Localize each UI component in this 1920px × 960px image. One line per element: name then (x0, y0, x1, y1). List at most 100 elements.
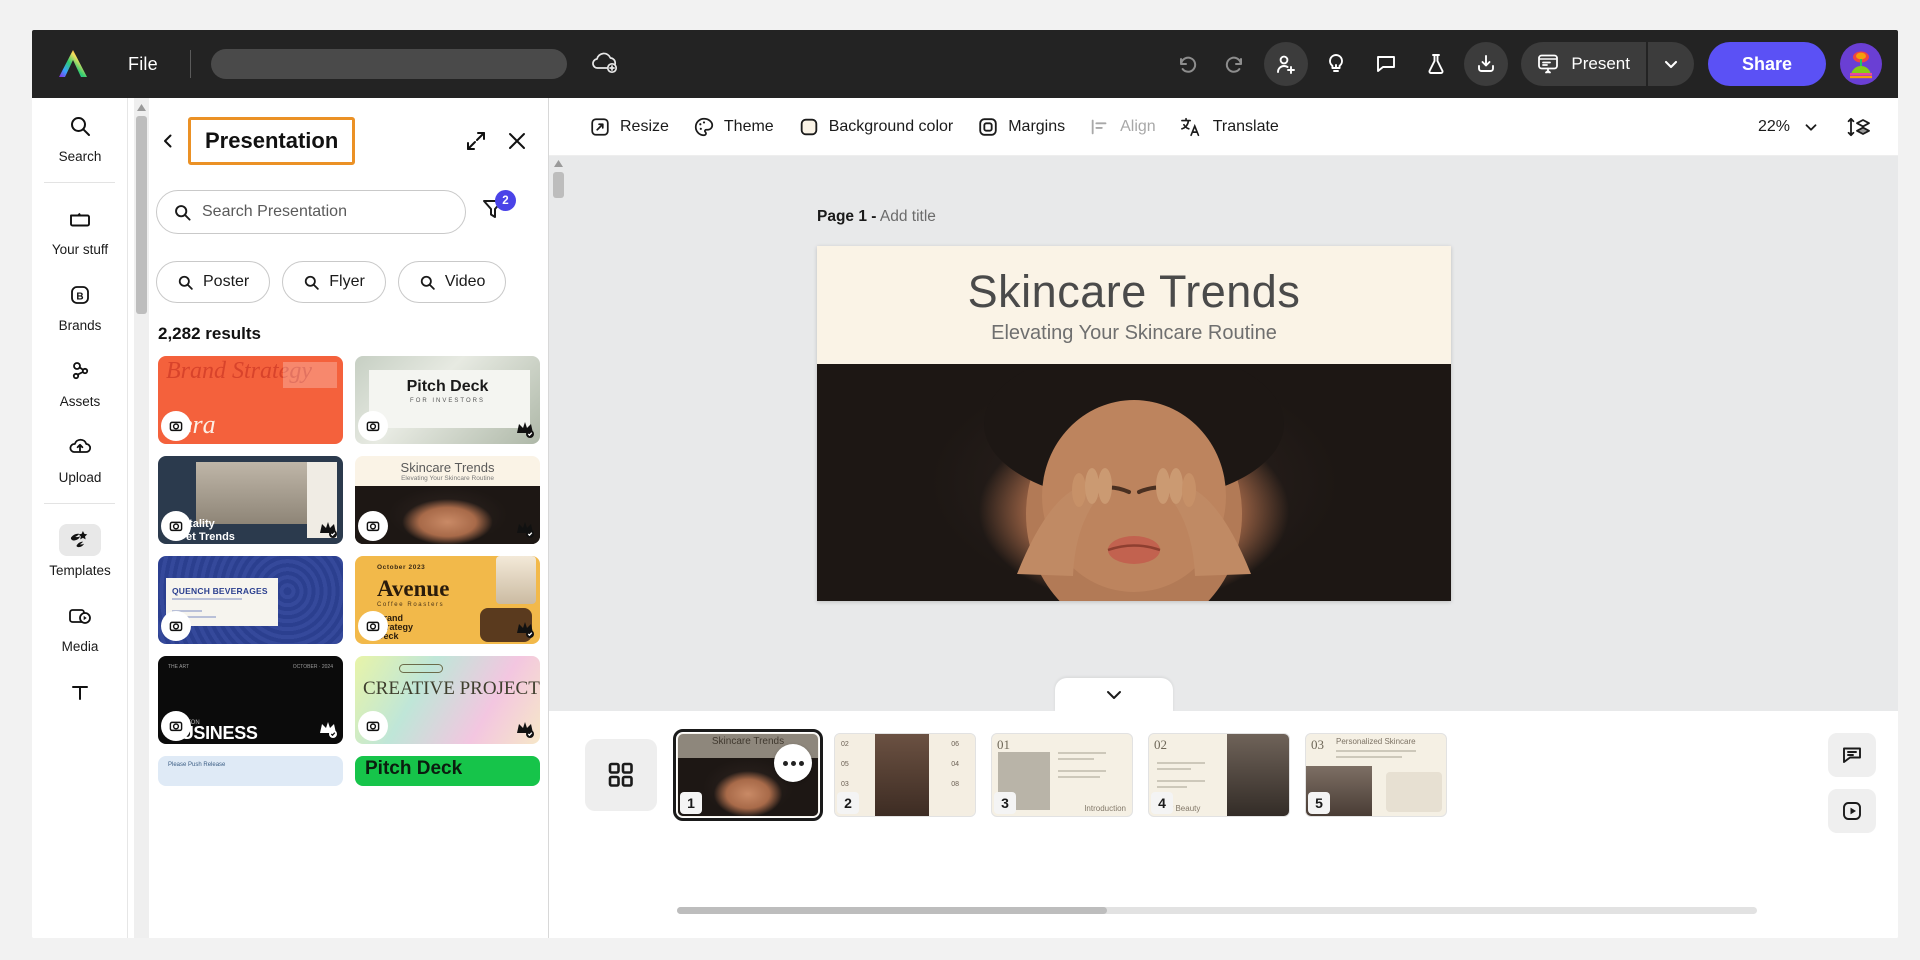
page-title-placeholder[interactable]: Add title (880, 208, 936, 225)
chevron-left-icon[interactable] (156, 132, 180, 150)
slide-header: Skincare Trends Elevating Your Skincare … (817, 246, 1451, 364)
undo-icon[interactable] (1164, 42, 1208, 86)
sidebar-item-your-stuff[interactable]: Your stuff (32, 191, 128, 267)
page-thumbnail[interactable]: 02 05 03 06 04 08 2 (834, 733, 976, 817)
filter-funnel-icon[interactable]: 2 (480, 190, 516, 229)
share-button[interactable]: Share (1707, 42, 1826, 86)
page-thumbnail[interactable]: 02 Inner Beauty 4 (1148, 733, 1290, 817)
rail-divider (44, 182, 115, 183)
svg-text:B: B (76, 292, 83, 303)
filter-badge: 2 (495, 190, 516, 211)
page-thumbnail[interactable]: 01 Introduction 3 (991, 733, 1133, 817)
template-card[interactable]: THE ART OCTOBER · 2024 SENTATON BUSINESS (158, 656, 343, 744)
collapse-panel-button[interactable] (1055, 678, 1173, 711)
redo-icon[interactable] (1214, 42, 1258, 86)
translate-button[interactable]: Translate (1168, 110, 1291, 144)
resize-button[interactable]: Resize (577, 110, 681, 144)
sidebar-item-assets[interactable]: Assets (32, 343, 128, 419)
chip-poster[interactable]: Poster (156, 261, 271, 303)
chevron-down-icon[interactable] (1802, 118, 1820, 136)
download-icon[interactable] (1464, 42, 1509, 86)
templates-icon (59, 524, 101, 556)
filter-chips: Poster Flyer Video (156, 261, 507, 303)
sidebar-item-text[interactable] (32, 664, 128, 718)
theme-button[interactable]: Theme (681, 110, 786, 144)
page-thumbnail[interactable]: 03 Personalized Skincare 5 (1305, 733, 1447, 817)
cloud-sync-icon[interactable] (589, 50, 623, 78)
tool-label: Margins (1008, 117, 1066, 135)
expand-diagonal-icon[interactable] (464, 129, 488, 153)
canvas-viewport[interactable]: Page 1 - Add title Skincare Trends Eleva… (549, 156, 1898, 711)
flask-icon[interactable] (1414, 42, 1458, 86)
close-icon[interactable] (506, 130, 528, 152)
template-card[interactable]: Skincare Trends Elevating Your Skincare … (355, 456, 540, 544)
comment-icon[interactable] (1364, 42, 1408, 86)
canva-logo-icon[interactable] (54, 47, 92, 81)
zoom-value[interactable]: 22% (1758, 118, 1790, 136)
search-icon (173, 203, 192, 222)
sidebar-item-label: Media (61, 639, 99, 654)
template-card[interactable]: QUENCH BEVERAGES (158, 556, 343, 644)
person-add-icon[interactable] (1264, 42, 1309, 86)
template-card[interactable]: CREATIVE PROJECT (355, 656, 540, 744)
search-presentation-box[interactable] (156, 190, 466, 234)
page-number-badge: 5 (1308, 792, 1330, 814)
sidebar-item-templates[interactable]: Templates (32, 512, 128, 588)
chip-label: Flyer (329, 273, 365, 290)
avatar[interactable] (1840, 43, 1882, 85)
translate-icon (1180, 116, 1204, 138)
notes-icon[interactable] (1828, 733, 1876, 777)
media-play-icon (59, 600, 101, 632)
scrollbar-thumb[interactable] (677, 907, 1107, 914)
sidebar-item-search[interactable]: Search (32, 98, 128, 174)
template-card[interactable]: Please Push Release (158, 756, 343, 786)
template-title: Avenue (377, 576, 450, 601)
background-color-button[interactable]: Background color (786, 110, 966, 144)
more-dots-icon[interactable] (774, 744, 812, 782)
present-icon (1535, 51, 1561, 77)
template-card[interactable]: Pitch Deck (355, 756, 540, 786)
scrollbar-thumb[interactable] (136, 116, 147, 314)
template-card[interactable]: October 2023 Avenue Coffee Roasters Bran… (355, 556, 540, 644)
grid-view-icon[interactable] (585, 739, 657, 811)
template-card[interactable]: Brand Strategy 6era (158, 356, 343, 444)
palette-icon (693, 116, 715, 138)
play-icon[interactable] (1828, 789, 1876, 833)
arrange-layers-icon[interactable] (1846, 115, 1872, 139)
tool-label: Resize (620, 117, 669, 135)
tool-label: Translate (1212, 117, 1279, 135)
pro-crown-icon (514, 718, 536, 740)
design-title-input[interactable] (210, 49, 567, 79)
sidebar-item-brands[interactable]: B Brands (32, 267, 128, 343)
page-thumbnail[interactable]: Skincare Trends 1 (673, 729, 823, 821)
lightbulb-icon[interactable] (1314, 42, 1358, 86)
template-subtitle: FOR INVESTORS (410, 398, 485, 404)
slide-canvas[interactable]: Skincare Trends Elevating Your Skincare … (817, 246, 1451, 601)
panel-scrollbar[interactable] (134, 98, 149, 938)
page-label[interactable]: Page 1 - Add title (817, 208, 936, 226)
present-button[interactable]: Present (1521, 42, 1646, 86)
chip-label: Poster (203, 273, 250, 290)
pro-crown-icon (514, 618, 536, 640)
panel-title-highlight: Presentation (188, 117, 356, 165)
present-dropdown-button[interactable] (1647, 42, 1694, 86)
chip-video[interactable]: Video (397, 261, 507, 303)
chip-flyer[interactable]: Flyer (282, 261, 386, 303)
slide-subtitle[interactable]: Elevating Your Skincare Routine (991, 322, 1277, 345)
file-menu[interactable]: File (118, 48, 168, 81)
slide-title[interactable]: Skincare Trends (968, 266, 1301, 318)
sidebar-item-upload[interactable]: Upload (32, 419, 128, 495)
sidebar-item-label: Upload (58, 470, 102, 485)
brand-b-icon: B (59, 279, 101, 311)
margins-button[interactable]: Margins (965, 110, 1077, 144)
sidebar-item-label: Search (58, 149, 102, 164)
search-input[interactable] (202, 203, 432, 221)
canvas-scrollbar-top[interactable] (550, 156, 566, 202)
template-card[interactable]: Pitch Deck FOR INVESTORS (355, 356, 540, 444)
slide-photo[interactable] (817, 364, 1451, 601)
sidebar-item-media[interactable]: Media (32, 588, 128, 664)
template-card[interactable]: ltality et Trends (158, 456, 343, 544)
sidebar-item-label: Templates (49, 563, 111, 578)
page-strip-scrollbar[interactable] (677, 907, 1757, 914)
scroll-up-arrow[interactable] (135, 101, 148, 113)
